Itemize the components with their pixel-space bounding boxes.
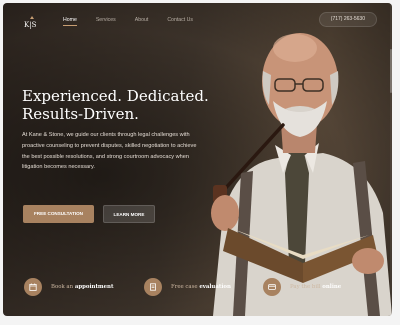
calendar-icon bbox=[24, 278, 42, 296]
feature-label: Book an appointment bbox=[51, 284, 114, 290]
feature-label: Pay the bill online bbox=[290, 284, 342, 290]
document-icon bbox=[144, 278, 162, 296]
feature-row: Book an appointment Free case evaluation… bbox=[3, 278, 392, 300]
phone-button[interactable]: (717) 263-5630 bbox=[318, 12, 377, 27]
hero-title-line1: Experienced. Dedicated. bbox=[22, 87, 209, 105]
scrollbar-thumb[interactable] bbox=[390, 49, 392, 93]
free-consultation-button[interactable]: FREE CONSULTATION bbox=[23, 205, 94, 223]
learn-more-button[interactable]: LEARN MORE bbox=[103, 205, 155, 223]
card-icon bbox=[263, 278, 281, 296]
firm-logo[interactable]: K|S bbox=[23, 15, 41, 29]
hero-description: At Kane & Stone, we guide our clients th… bbox=[22, 132, 197, 171]
logo-emblem-icon: K|S bbox=[24, 16, 37, 29]
hero-section: K|S Home Services About Contact Us (717)… bbox=[3, 3, 392, 316]
hero-title-line2: Results-Driven. bbox=[22, 105, 139, 123]
logo-text: K|S bbox=[24, 21, 37, 29]
hero-portrait-image bbox=[211, 33, 392, 316]
main-nav: Home Services About Contact Us bbox=[63, 17, 212, 26]
nav-contact[interactable]: Contact Us bbox=[167, 17, 193, 26]
feature-free-evaluation[interactable]: Free case evaluation bbox=[144, 278, 231, 296]
nav-services[interactable]: Services bbox=[96, 17, 116, 26]
feature-label: Free case evaluation bbox=[171, 284, 231, 290]
nav-home[interactable]: Home bbox=[63, 17, 77, 26]
feature-pay-online[interactable]: Pay the bill online bbox=[263, 278, 341, 296]
nav-about[interactable]: About bbox=[135, 17, 149, 26]
feature-book-appointment[interactable]: Book an appointment bbox=[24, 278, 113, 296]
hero-title: Experienced. Dedicated. Results-Driven. bbox=[22, 87, 212, 123]
